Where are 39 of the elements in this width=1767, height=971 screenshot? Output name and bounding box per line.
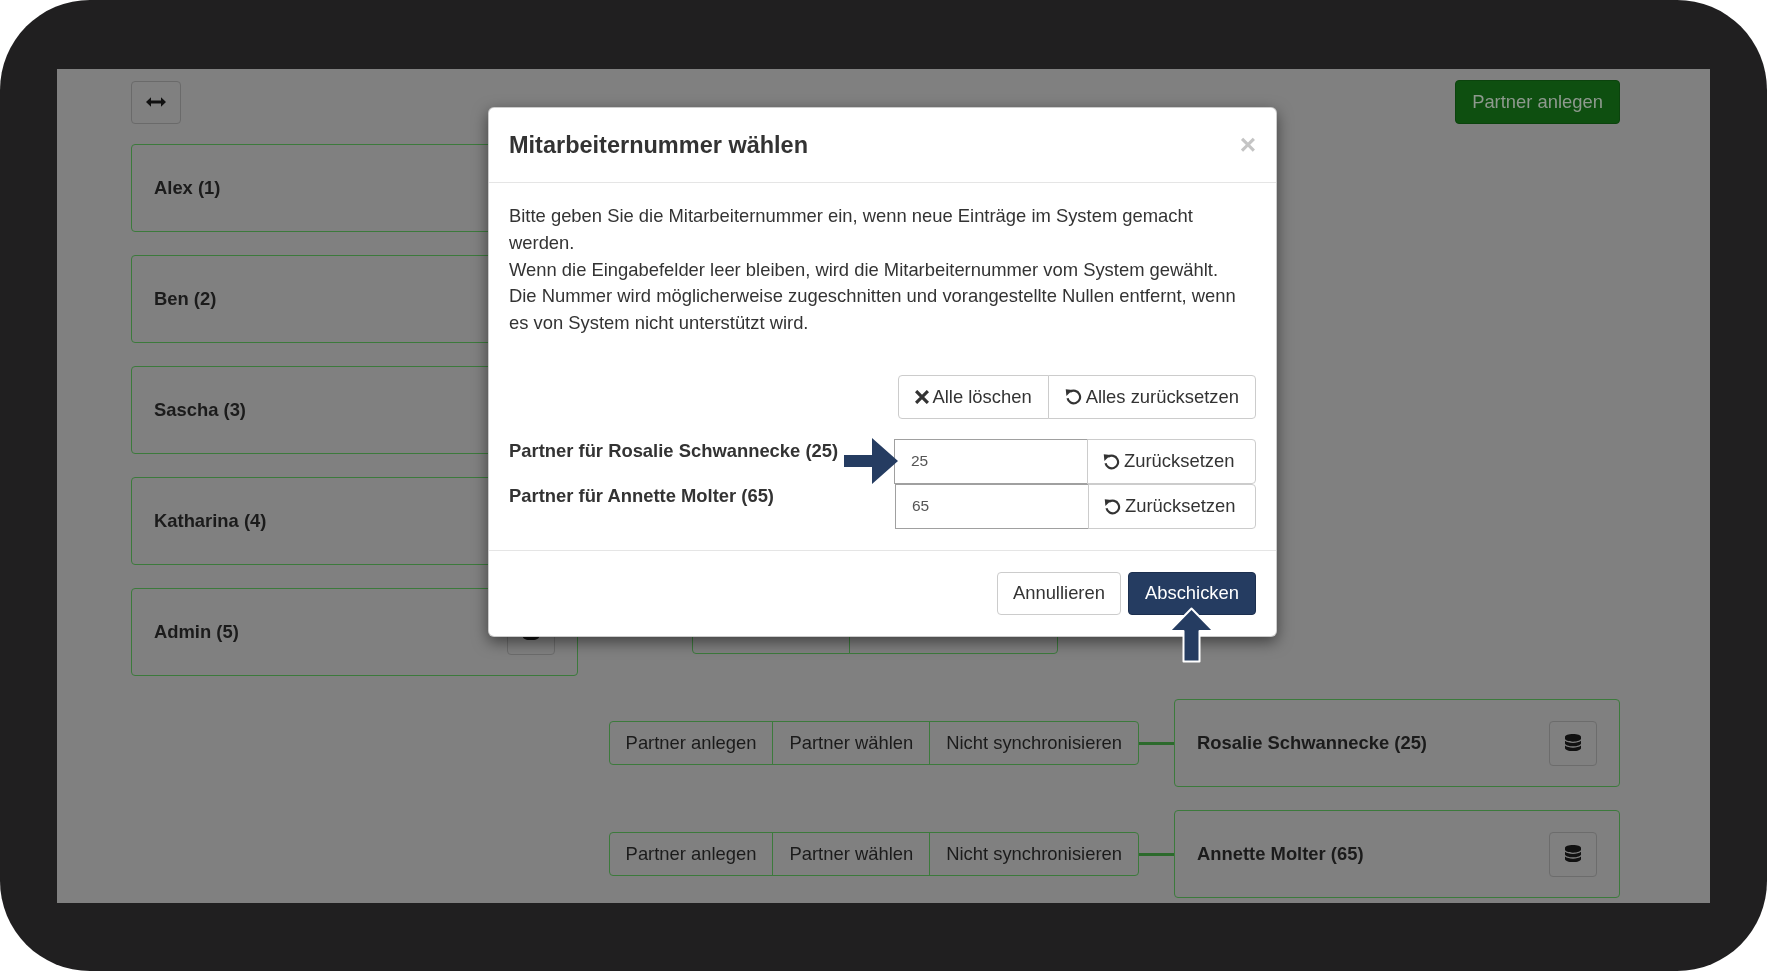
clear-all-button[interactable]: Alle löschen — [897, 375, 1049, 419]
toggle-button[interactable] — [131, 80, 181, 124]
dialog-text: Wenn die Eingabefelder leer bleiben, wird die Mitarbeiternummer vom System gewählt. — [509, 257, 1220, 282]
circular-arrow-icon — [1064, 388, 1082, 406]
input-field[interactable]: 65 — [895, 484, 1089, 529]
field-label: Partner für Annette Molter (65) — [509, 484, 774, 508]
reset-button[interactable]: Zurücksetzen — [1087, 439, 1256, 484]
action-button[interactable]: Partner anlegen — [608, 832, 774, 876]
circular-arrow-icon — [1103, 453, 1120, 470]
dialog-text: Bitte geben Sie die Mitarbeiternummer ein, wenn neue Einträge im System gemacht werden. — [509, 204, 1194, 255]
field-label: Partner für Rosalie Schwannecke (25) — [509, 439, 839, 463]
database-button[interactable] — [1549, 831, 1597, 877]
database-icon — [1565, 734, 1581, 752]
action-button[interactable]: Partner wählen — [772, 721, 931, 765]
dialog-title: Mitarbeiternummer wählen — [509, 131, 809, 159]
reset-button[interactable]: Zurücksetzen — [1088, 484, 1256, 529]
cancel-button[interactable]: Annullieren — [996, 572, 1121, 615]
action-button[interactable]: Partner anlegen — [608, 721, 774, 765]
user-name: Katharina (4) — [154, 509, 267, 534]
action-button[interactable]: Partner wählen — [772, 832, 931, 876]
partner-name: Annette Molter (65) — [1197, 842, 1364, 867]
database-icon — [1565, 845, 1581, 863]
double-arrow-icon — [146, 97, 166, 107]
user-name: Ben (2) — [154, 287, 217, 312]
input-field[interactable]: 25 — [894, 439, 1088, 484]
action-button[interactable]: Nicht synchronisieren — [929, 832, 1139, 876]
connector-line — [1139, 852, 1174, 856]
action-button[interactable]: Nicht synchronisieren — [929, 721, 1139, 765]
user-name: Sascha (3) — [154, 398, 246, 423]
submit-button[interactable]: Abschicken — [1127, 572, 1256, 615]
circular-arrow-icon — [1104, 498, 1121, 515]
connector-line — [1139, 741, 1174, 745]
reset-all-button[interactable]: Alles zurücksetzen — [1047, 375, 1256, 419]
partner-name: Rosalie Schwannecke (25) — [1197, 731, 1427, 756]
user-name: Alex (1) — [154, 176, 221, 201]
database-button[interactable] — [1549, 720, 1597, 766]
dialog-text: Die Nummer wird möglicherweise zugeschnitten und vorangestellte Nullen entfernt, wenn es von System nicht unterstützt wird. — [509, 284, 1237, 336]
cross-icon — [914, 390, 929, 404]
user-name: Admin (5) — [154, 620, 239, 645]
